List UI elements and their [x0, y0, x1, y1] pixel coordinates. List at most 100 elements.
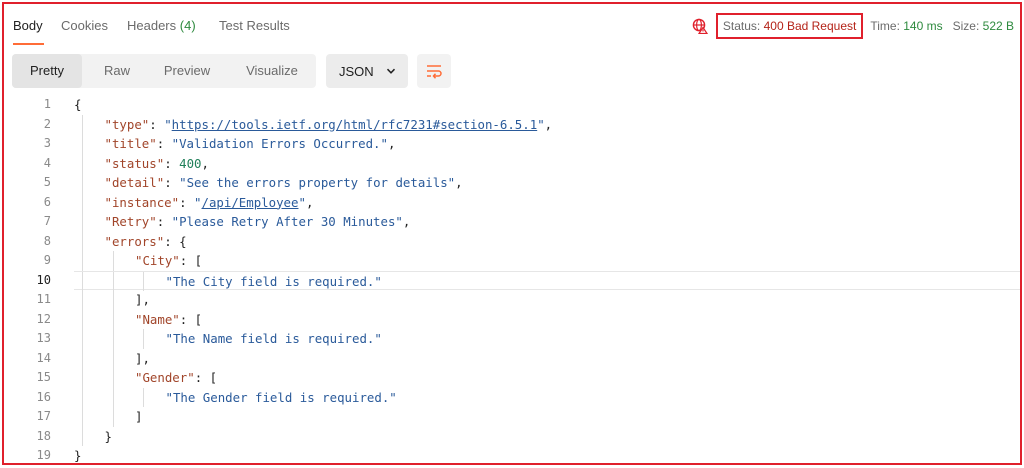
code-line[interactable]: 8 "errors": {: [4, 231, 1020, 251]
indent-guide: [112, 309, 114, 329]
code-text: ]: [135, 407, 142, 427]
response-size[interactable]: Size: 522 B: [953, 19, 1014, 33]
code-link[interactable]: https://tools.ietf.org/html/rfc7231#sect…: [172, 117, 538, 132]
code-line-content: "City": [: [74, 251, 1020, 271]
code-token: "See the errors property for details": [179, 175, 456, 190]
code-token: :: [164, 155, 180, 171]
line-number: 4: [43, 155, 51, 170]
indent-guide: [143, 329, 144, 349]
code-text: "status": 400,: [105, 154, 209, 174]
status-label: Status:: [722, 19, 761, 33]
code-token: "title": [104, 136, 157, 151]
indent-guide: [112, 407, 114, 427]
code-token: :: [156, 214, 172, 229]
code-line-content: }: [74, 446, 1020, 463]
tab-headers[interactable]: Headers (4): [127, 18, 196, 33]
tab-cookies[interactable]: Cookies: [61, 18, 108, 33]
tab-test-results[interactable]: Test Results: [219, 18, 290, 33]
code-token: "Name": [135, 311, 180, 327]
wrap-lines-button[interactable]: [417, 54, 451, 88]
code-token: "Gender": [135, 370, 195, 385]
code-line[interactable]: 4 "status": 400,: [4, 153, 1020, 174]
code-token: ": [298, 194, 306, 210]
code-line[interactable]: 18}: [4, 426, 1020, 446]
code-line[interactable]: 11],: [4, 290, 1020, 310]
code-link[interactable]: /api/Employee: [202, 195, 299, 210]
network-globe-icon[interactable]: [692, 18, 708, 34]
status-value: 400 Bad Request: [763, 19, 857, 33]
status-code[interactable]: Status: 400 Bad Request: [715, 13, 864, 39]
code-line[interactable]: 2 "type": "https://tools.ietf.org/html/rf…: [4, 114, 1020, 134]
code-text: ],: [135, 290, 150, 310]
code-line[interactable]: 15 "Gender": [: [4, 368, 1020, 388]
active-tab-indicator: [13, 43, 44, 45]
code-line[interactable]: 12 "Name": [: [4, 309, 1020, 330]
wrap-lines-icon: [427, 65, 442, 79]
code-line-content: ]: [74, 407, 1020, 427]
code-token: ,: [387, 136, 396, 151]
line-number: 12: [36, 311, 51, 326]
view-pretty-button[interactable]: Pretty: [12, 54, 82, 88]
view-preview-button[interactable]: Preview: [152, 54, 222, 88]
response-time[interactable]: Time: 140 ms: [870, 19, 942, 33]
tab-body[interactable]: Body: [13, 18, 43, 33]
code-line-content: "title": "Validation Errors Occurred.",: [74, 134, 1020, 154]
code-token: ,: [402, 214, 411, 229]
format-select[interactable]: JSON: [326, 54, 408, 88]
code-line[interactable]: 19}: [4, 446, 1020, 463]
code-token: ,: [201, 155, 209, 171]
line-number: 15: [36, 370, 51, 384]
code-text: "Gender": [: [135, 368, 217, 388]
code-line[interactable]: 6 "instance": "/api/Employee",: [4, 192, 1020, 213]
code-text: "instance": "/api/Employee",: [105, 193, 314, 213]
code-line-content: "The City field is required.": [74, 270, 1020, 291]
indent-guide: [82, 134, 83, 154]
code-token: "detail": [104, 175, 165, 190]
line-number: 9: [43, 253, 51, 267]
code-token: "status": [104, 155, 165, 171]
code-line[interactable]: 17]: [4, 407, 1020, 427]
code-line[interactable]: 1{: [4, 95, 1020, 115]
format-select-value: JSON: [339, 64, 374, 79]
code-text: "City": [: [135, 251, 202, 271]
code-line[interactable]: 13 "The Name field is required.": [4, 329, 1020, 349]
indent-guide: [82, 309, 83, 329]
code-line[interactable]: 10 "The City field is required.": [4, 270, 1020, 291]
code-token: ,: [455, 175, 463, 190]
indent-guide: [143, 387, 144, 407]
code-token: "Retry": [104, 214, 157, 229]
code-text: "detail": "See the errors property for d…: [105, 173, 463, 193]
response-panel: Body Cookies Headers (4) Test Results St…: [2, 2, 1022, 465]
code-token: :: [164, 175, 180, 190]
indent-guide: [112, 271, 114, 291]
indent-guide: [82, 426, 83, 446]
code-line[interactable]: 14],: [4, 348, 1020, 368]
code-line[interactable]: 7 "Retry": "Please Retry After 30 Minutes…: [4, 212, 1020, 232]
indent-guide: [82, 387, 83, 407]
response-body-editor[interactable]: 1{2 "type": "https://tools.ietf.org/html/…: [4, 94, 1020, 463]
indent-guide: [82, 407, 83, 427]
code-text: {: [74, 95, 81, 115]
view-raw-button[interactable]: Raw: [88, 54, 146, 88]
view-visualize-button[interactable]: Visualize: [234, 54, 310, 88]
code-line-content: "Name": [: [74, 309, 1020, 330]
line-number: 5: [43, 175, 51, 189]
code-token: ,: [544, 116, 553, 132]
body-toolbar: Pretty Raw Preview Visualize JSON: [12, 54, 1012, 88]
code-line-content: {: [74, 95, 1020, 115]
code-token: : [: [179, 311, 203, 327]
line-number: 17: [36, 409, 51, 423]
code-token: ": [194, 194, 202, 210]
code-token: ]: [135, 409, 143, 424]
code-token: "Validation Errors Occurred.": [171, 136, 388, 151]
code-line[interactable]: 16 "The Gender field is required.": [4, 387, 1020, 407]
code-line[interactable]: 3 "title": "Validation Errors Occurred.",: [4, 134, 1020, 154]
code-token: : [: [179, 253, 203, 268]
code-text: "Name": [: [135, 310, 202, 330]
code-token: "The City field is required.": [165, 273, 382, 289]
code-line[interactable]: 9 "City": [: [4, 251, 1020, 271]
line-number: 6: [43, 194, 51, 209]
code-line[interactable]: 5 "detail": "See the errors property for …: [4, 173, 1020, 193]
size-value: 522 B: [982, 19, 1014, 33]
code-line-content: "Gender": [: [74, 368, 1020, 388]
